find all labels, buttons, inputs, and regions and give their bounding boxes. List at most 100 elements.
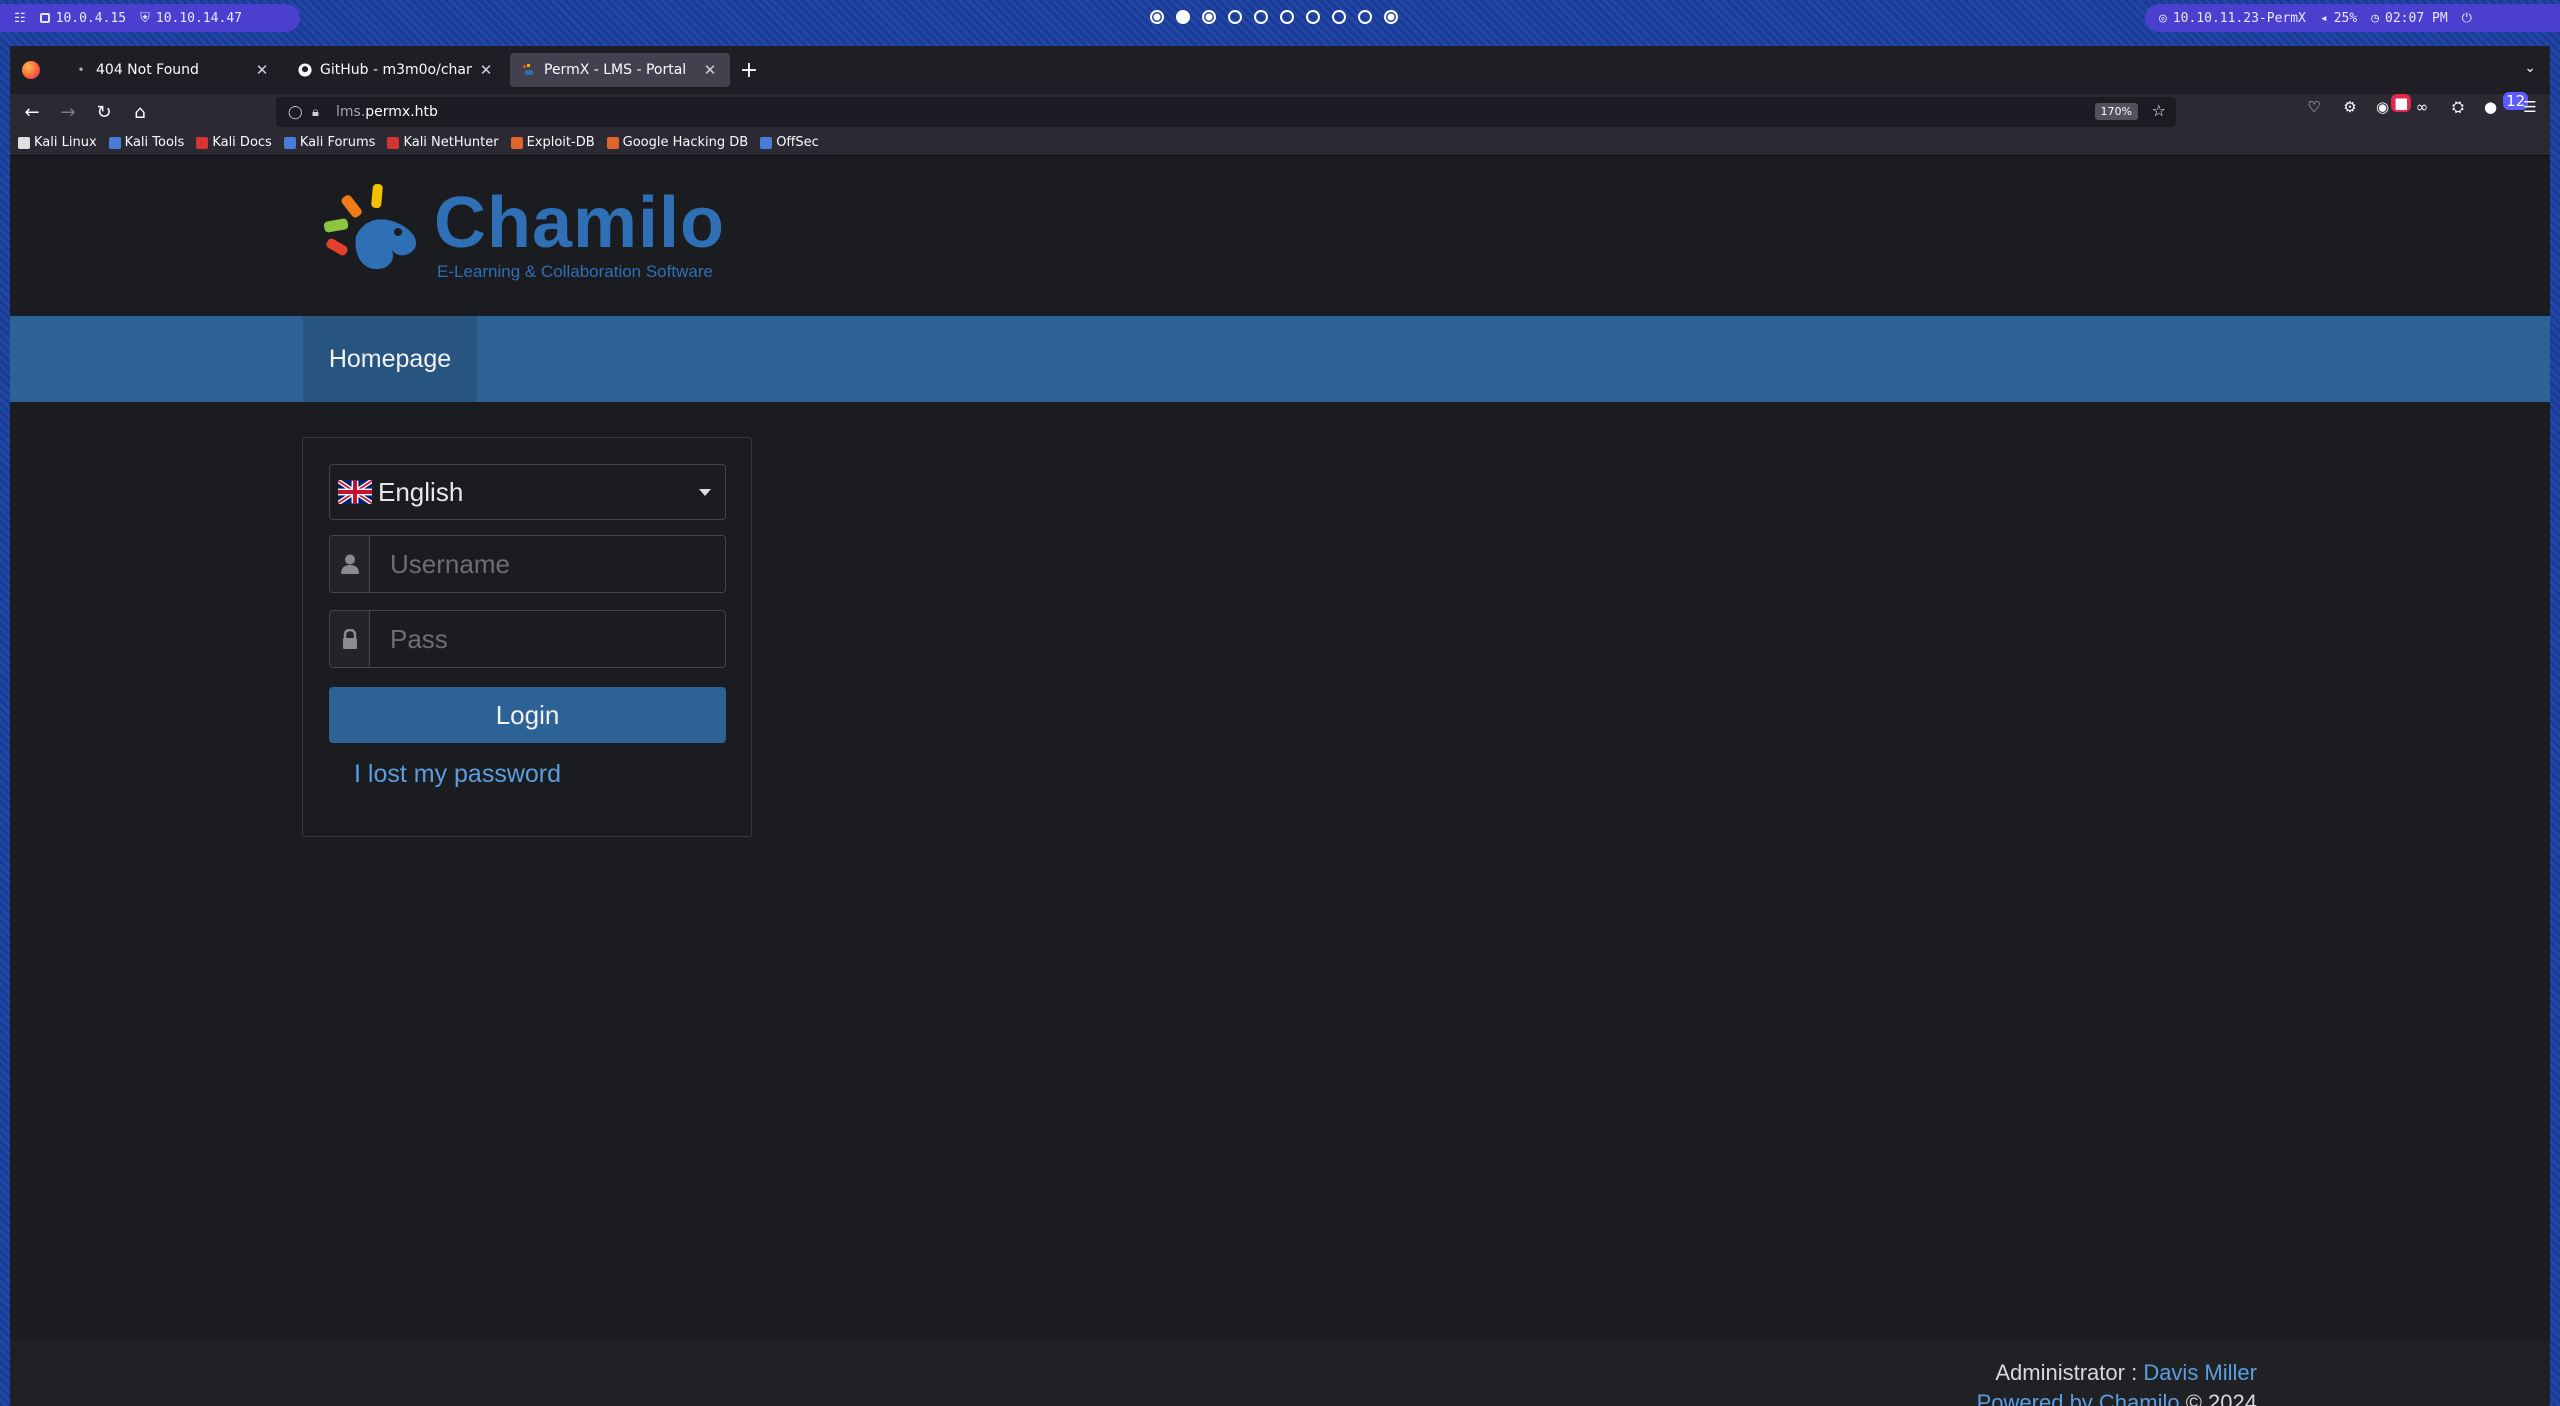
bookmark-label: Google Hacking DB xyxy=(622,135,749,150)
workspace-dot[interactable] xyxy=(1332,10,1346,24)
url-host: permx.htb xyxy=(365,104,438,120)
workspace-dot[interactable] xyxy=(1202,10,1216,24)
forward-button[interactable]: → xyxy=(50,98,86,126)
workspace-dot[interactable] xyxy=(1228,10,1242,24)
bookmark-star-icon[interactable]: ☆ xyxy=(2152,101,2166,120)
settings-gear-icon[interactable]: ⛭ xyxy=(2448,98,2468,120)
workspace-switcher xyxy=(1150,10,1398,24)
power-icon[interactable]: ⏻ xyxy=(2462,11,2472,26)
chamilo-icon xyxy=(522,63,536,77)
local-ip-text: 10.0.4.15 xyxy=(55,10,127,26)
hamburger-menu-icon[interactable]: ☰ xyxy=(2520,98,2540,120)
powered-by-link[interactable]: Powered by Chamilo xyxy=(1977,1390,2180,1406)
main-menu-bar: Homepage xyxy=(10,316,2550,402)
tracking-shield-icon[interactable]: ◯ xyxy=(288,105,303,120)
bookmark-item[interactable]: Kali Forums xyxy=(283,135,375,150)
extensions-icon[interactable]: ⚙ xyxy=(2340,98,2360,120)
clock-text: 02:07 PM xyxy=(2385,10,2448,26)
chamilo-logo[interactable]: Chamilo E-Learning & Collaboration Softw… xyxy=(322,182,724,282)
lock-icon[interactable]: 🔒︎ xyxy=(312,105,326,120)
tab-permx-portal[interactable]: PermX - LMS - Portal ✕ xyxy=(510,53,730,87)
bookmark-label: OffSec xyxy=(776,135,819,150)
page-footer: Administrator : Davis Miller Powered by … xyxy=(10,1340,2550,1406)
bookmark-label: Kali NetHunter xyxy=(403,135,499,150)
extension-purple-icon[interactable]: ● 12 xyxy=(2484,92,2529,120)
language-select[interactable]: English xyxy=(329,464,726,520)
home-button[interactable]: ⌂ xyxy=(122,98,158,126)
lost-password-link[interactable]: I lost my password xyxy=(354,760,561,789)
monitor-icon xyxy=(39,13,50,23)
chevron-down-icon[interactable]: ⌄ xyxy=(2524,60,2536,76)
glasses-icon[interactable]: ∞ xyxy=(2412,98,2432,120)
logo-tagline: E-Learning & Collaboration Software xyxy=(437,262,713,281)
bookmark-favicon-icon xyxy=(760,136,773,149)
workspace-dot[interactable] xyxy=(1358,10,1372,24)
tab-title: 404 Not Found xyxy=(96,62,199,78)
bookmark-item[interactable]: Exploit-DB xyxy=(510,135,595,150)
browser-window: • 404 Not Found ✕ GitHub - m3m0o/chamilo… xyxy=(10,46,2550,1406)
vpn-ip-text: 10.10.14.47 xyxy=(155,10,242,26)
system-bar-right: ◎ 10.10.11.23-PermX ◂ 25% ◷ 02:07 PM ⏻ xyxy=(2145,4,2560,32)
close-icon[interactable]: ✕ xyxy=(702,62,718,78)
tab-github[interactable]: GitHub - m3m0o/chamilo-l ✕ xyxy=(286,53,506,87)
workspace-dot[interactable] xyxy=(1280,10,1294,24)
chameleon-logo-icon xyxy=(323,183,416,269)
reload-button[interactable]: ↻ xyxy=(86,98,122,126)
target-indicator: ◎ 10.10.11.23-PermX xyxy=(2159,11,2306,26)
workspace-dot[interactable] xyxy=(1384,10,1398,24)
copyright-text: © 2024 xyxy=(2185,1390,2257,1406)
tab-title: GitHub - m3m0o/chamilo-l xyxy=(320,62,472,78)
url-bar[interactable]: ◯ 🔒︎ lms. permx.htb 170% ☆ xyxy=(276,97,2176,127)
workspace-dot[interactable] xyxy=(1254,10,1268,24)
url-prefix: lms. xyxy=(336,104,366,120)
apps-menu-icon[interactable]: ☷ xyxy=(14,11,26,26)
volume-icon: ◂ xyxy=(2319,10,2328,26)
tab-bar: • 404 Not Found ✕ GitHub - m3m0o/chamilo… xyxy=(10,46,2550,94)
powered-line: Powered by Chamilo © 2024 xyxy=(1977,1388,2257,1406)
bookmark-item[interactable]: Google Hacking DB xyxy=(606,135,749,150)
bookmark-label: Exploit-DB xyxy=(526,135,595,150)
bookmark-label: Kali Tools xyxy=(124,135,185,150)
language-value: English xyxy=(378,476,464,507)
password-input[interactable] xyxy=(370,611,725,667)
extension-red-icon[interactable]: ◉ ■ xyxy=(2376,94,2412,120)
bookmark-label: Kali Docs xyxy=(212,135,272,150)
back-button[interactable]: ← xyxy=(14,98,50,126)
login-button[interactable]: Login xyxy=(329,687,726,743)
bookmark-favicon-icon xyxy=(606,136,619,149)
workspace-dot[interactable] xyxy=(1306,10,1320,24)
bookmark-item[interactable]: Kali NetHunter xyxy=(387,135,499,150)
zoom-level-badge[interactable]: 170% xyxy=(2094,103,2138,120)
bookmark-item[interactable]: OffSec xyxy=(760,135,819,150)
bookmark-favicon-icon xyxy=(108,136,121,149)
workspace-dot-active[interactable] xyxy=(1176,10,1190,24)
username-input[interactable] xyxy=(370,536,725,592)
password-group xyxy=(329,610,726,668)
target-text: 10.10.11.23-PermX xyxy=(2172,10,2306,26)
close-icon[interactable]: ✕ xyxy=(478,62,494,78)
bookmark-item[interactable]: Kali Docs xyxy=(196,135,272,150)
uk-flag-icon xyxy=(338,480,372,504)
toolbar-extensions: ♡ ⚙ ◉ ■ ∞ ⛭ ● 12 ☰ xyxy=(2304,92,2540,120)
admin-name-link[interactable]: Davis Miller xyxy=(2143,1360,2257,1385)
footer-info: Administrator : Davis Miller Powered by … xyxy=(1977,1358,2257,1406)
tab-404-not-found[interactable]: • 404 Not Found ✕ xyxy=(62,53,282,87)
bookmark-favicon-icon xyxy=(196,136,209,149)
close-icon[interactable]: ✕ xyxy=(254,62,270,78)
tab-title: PermX - LMS - Portal xyxy=(544,62,687,78)
shield-icon: ⛨ xyxy=(140,10,150,26)
pocket-icon[interactable]: ♡ xyxy=(2304,98,2324,120)
bookmark-favicon-icon xyxy=(510,136,523,149)
username-group xyxy=(329,535,726,593)
new-tab-button[interactable]: + xyxy=(734,58,764,83)
menu-item-homepage[interactable]: Homepage xyxy=(303,316,477,402)
volume-indicator[interactable]: ◂ 25% xyxy=(2320,11,2357,26)
clock-icon: ◷ xyxy=(2371,10,2380,26)
github-icon xyxy=(298,63,312,77)
bookmark-item[interactable]: Kali Linux xyxy=(18,135,97,150)
bookmark-item[interactable]: Kali Tools xyxy=(108,135,185,150)
admin-line: Administrator : Davis Miller xyxy=(1977,1358,2257,1388)
workspace-dot[interactable] xyxy=(1150,10,1164,24)
clock: ◷ 02:07 PM xyxy=(2371,11,2447,26)
login-form: English Login I lost my password xyxy=(302,437,752,837)
